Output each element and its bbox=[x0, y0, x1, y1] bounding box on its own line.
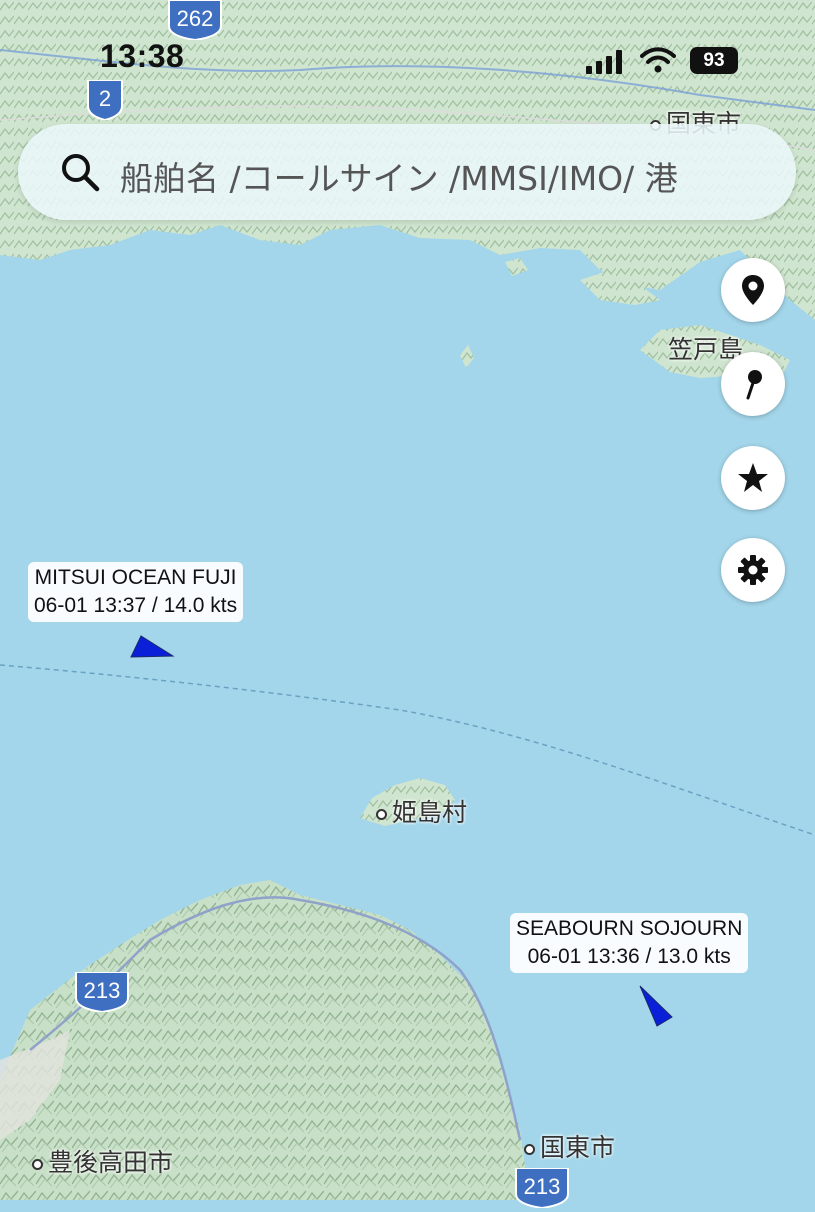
vessel-label-seabourn-sojourn[interactable]: SEABOURN SOJOURN 06-01 13:36 / 13.0 kts bbox=[510, 913, 749, 973]
status-time: 13:38 bbox=[100, 38, 185, 74]
place-dot-icon bbox=[376, 808, 387, 820]
route-number: 213 bbox=[83, 978, 121, 1003]
search-icon bbox=[62, 154, 100, 192]
place-label-himeshima: 姫島村 bbox=[376, 793, 467, 829]
settings-button[interactable] bbox=[721, 538, 785, 602]
vessel-info: 06-01 13:36 / 13.0 kts bbox=[527, 945, 731, 968]
vessel-label-mitsui-ocean-fuji[interactable]: MITSUI OCEAN FUJI 06-01 13:37 / 14.0 kts bbox=[28, 562, 244, 622]
push-pin-icon bbox=[746, 370, 762, 400]
favorites-button[interactable] bbox=[721, 446, 785, 510]
route-shield-213: 213 bbox=[512, 1167, 572, 1210]
place-dot-icon bbox=[32, 1158, 43, 1170]
vessel-info: 06-01 13:37 / 14.0 kts bbox=[34, 594, 238, 617]
status-bar: 13:38 93 bbox=[0, 0, 815, 110]
wifi-icon bbox=[640, 47, 676, 73]
gear-icon bbox=[738, 555, 768, 585]
route-shield-213: 213 bbox=[72, 971, 132, 1014]
route-number: 213 bbox=[523, 1174, 561, 1199]
vessel-name: MITSUI OCEAN FUJI bbox=[34, 566, 237, 589]
search-input[interactable]: 船舶名 /コールサイン /MMSI/IMO/ 港 bbox=[120, 152, 678, 200]
star-icon bbox=[738, 463, 768, 492]
place-label-bungotakada: 豊後高田市 bbox=[32, 1143, 173, 1179]
location-button[interactable] bbox=[721, 258, 785, 322]
map-pin-icon bbox=[742, 275, 764, 305]
pin-button[interactable] bbox=[721, 352, 785, 416]
place-dot-icon bbox=[524, 1143, 535, 1155]
search-bar[interactable]: 船舶名 /コールサイン /MMSI/IMO/ 港 bbox=[18, 124, 796, 220]
vessel-name: SEABOURN SOJOURN bbox=[516, 917, 743, 940]
cellular-signal-icon bbox=[586, 50, 622, 74]
place-label-kunisaki: 国東市 bbox=[524, 1128, 615, 1164]
battery-indicator: 93 bbox=[690, 47, 738, 74]
